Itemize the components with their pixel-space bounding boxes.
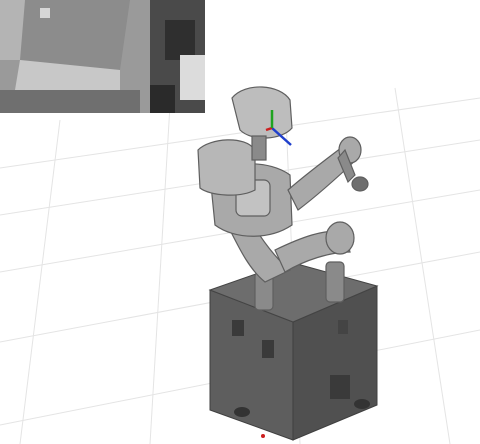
base-vent-left-2 [262, 340, 274, 358]
robot-base[interactable] [208, 261, 379, 441]
camera-image [0, 0, 205, 113]
base-port [338, 320, 348, 334]
shoulder-pack [197, 139, 256, 196]
neck [251, 135, 267, 161]
right-hand [351, 176, 369, 192]
right-mount-post [325, 261, 345, 303]
head [231, 86, 293, 139]
base-vent-right [330, 375, 350, 399]
right-elbow-joint [325, 221, 355, 255]
camera-feed-inset[interactable] [0, 0, 205, 113]
base-wheel-back [354, 399, 370, 409]
base-wheel-front [234, 407, 250, 417]
base-led-indicator [261, 434, 265, 438]
base-vent-left [232, 320, 244, 336]
